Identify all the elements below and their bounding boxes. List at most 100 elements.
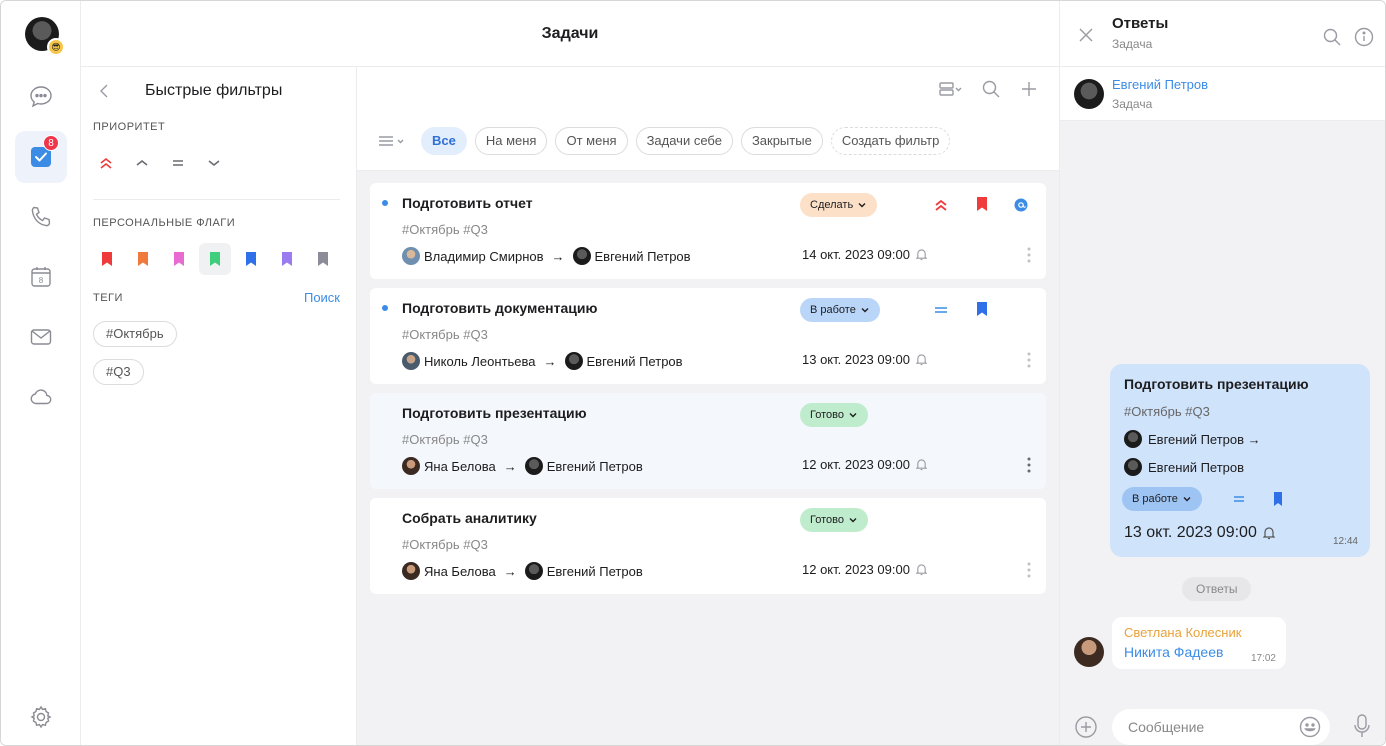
task-card[interactable]: Подготовить документацию #Октябрь #Q3 Нико…: [370, 288, 1046, 384]
status-dropdown[interactable]: Готово: [800, 508, 868, 532]
nav-tasks[interactable]: 8: [15, 131, 67, 183]
task-to[interactable]: Евгений Петров: [587, 354, 683, 369]
bell-icon[interactable]: [915, 563, 927, 576]
chip-assigned-to-me[interactable]: На меня: [474, 127, 548, 155]
flag-filter-0[interactable]: [91, 243, 123, 275]
tag-chip-october[interactable]: #Октябрь: [93, 321, 177, 347]
priority-medium-high[interactable]: [129, 153, 155, 173]
bubble-to-name: Евгений Петров: [1148, 459, 1245, 475]
status-dropdown[interactable]: Готово: [800, 403, 868, 427]
chat-icon: [30, 86, 52, 108]
nav-chat[interactable]: [15, 71, 67, 123]
chip-all[interactable]: Все: [421, 127, 467, 155]
task-from[interactable]: Яна Белова: [424, 459, 496, 474]
flag-icon: [210, 252, 220, 266]
flag-filter-4[interactable]: [235, 243, 267, 275]
add-icon[interactable]: [1019, 79, 1039, 99]
nav-calls[interactable]: [15, 191, 67, 243]
task-to[interactable]: Евгений Петров: [547, 564, 643, 579]
microphone-icon[interactable]: [1352, 713, 1372, 739]
search-icon[interactable]: [981, 79, 1001, 99]
bubble-tags: #Октябрь #Q3: [1124, 404, 1210, 419]
priority-high-icon: [935, 199, 947, 211]
more-vertical-icon[interactable]: [1024, 560, 1034, 580]
tag-chip-q3[interactable]: #Q3: [93, 359, 144, 385]
priority-low[interactable]: [201, 153, 227, 173]
task-message-bubble[interactable]: Подготовить презентацию #Октябрь #Q3 Евг…: [1110, 364, 1370, 557]
flag-filter-1[interactable]: [127, 243, 159, 275]
task-title: Собрать аналитику: [402, 510, 537, 526]
status-dropdown[interactable]: В работе: [800, 298, 880, 322]
search-icon[interactable]: [1322, 27, 1342, 47]
reply-text: Никита Фадеев: [1124, 644, 1224, 660]
task-card[interactable]: Подготовить отчет #Октябрь #Q3 Владимир См…: [370, 183, 1046, 279]
nav-mail[interactable]: [15, 311, 67, 363]
bell-icon[interactable]: [915, 353, 927, 366]
bell-icon[interactable]: [1262, 526, 1275, 540]
flag-icon[interactable]: [976, 196, 988, 212]
task-card[interactable]: Собрать аналитику #Октябрь #Q3 Яна Белова →…: [370, 498, 1046, 594]
avatar: [1124, 430, 1142, 448]
chip-closed[interactable]: Закрытые: [740, 127, 823, 155]
author-name[interactable]: Евгений Петров: [1112, 77, 1208, 92]
reply-time: 17:02: [1250, 653, 1276, 664]
more-vertical-icon[interactable]: [1024, 350, 1034, 370]
back-chevron-icon[interactable]: [95, 79, 115, 103]
priority-label: ПРИОРИТЕТ: [93, 121, 166, 133]
attach-plus-icon[interactable]: [1074, 715, 1098, 739]
priority-filter: [93, 153, 227, 173]
task-from[interactable]: Владимир Смирнов: [424, 249, 544, 264]
task-card[interactable]: Подготовить презентацию #Октябрь #Q3 Яна Б…: [370, 393, 1046, 489]
task-date-text: 12 окт. 2023 09:00: [802, 562, 910, 577]
reply-author[interactable]: Светлана Колесник: [1124, 625, 1241, 640]
bubble-title: Подготовить презентацию: [1124, 376, 1309, 392]
flag-filter-5[interactable]: [271, 243, 303, 275]
task-to[interactable]: Евгений Петров: [547, 459, 643, 474]
chevron-down-icon: [1183, 497, 1191, 502]
bubble-status-dropdown[interactable]: В работе: [1122, 487, 1202, 511]
priority-high[interactable]: [93, 153, 119, 173]
task-from[interactable]: Яна Белова: [424, 564, 496, 579]
task-date-text: 12 окт. 2023 09:00: [802, 457, 910, 472]
task-to[interactable]: Евгений Петров: [595, 249, 691, 264]
create-filter-button[interactable]: Создать фильтр: [830, 127, 951, 155]
reply-avatar[interactable]: [1074, 637, 1104, 667]
arrow-right-icon: →: [551, 248, 565, 264]
bubble-to: Евгений Петров: [1124, 458, 1244, 476]
bubble-from-name: Евгений Петров →: [1148, 431, 1261, 447]
flag-filter-2[interactable]: [163, 243, 195, 275]
nav-calendar[interactable]: 8: [15, 251, 67, 303]
bell-icon[interactable]: [915, 458, 927, 471]
flag-icon: [318, 252, 328, 266]
flag-icon[interactable]: [976, 301, 988, 317]
flag-filter-3[interactable]: [199, 243, 231, 275]
settings-icon: [30, 705, 52, 729]
message-input[interactable]: Сообщение: [1112, 709, 1330, 745]
task-author: Евгений Петров Задача: [1060, 67, 1385, 121]
nav-settings[interactable]: [15, 691, 67, 743]
personal-flags: [91, 243, 339, 275]
task-from[interactable]: Николь Леонтьева: [424, 354, 536, 369]
emoji-icon[interactable]: [1298, 715, 1322, 739]
view-mode-icon[interactable]: [937, 79, 963, 99]
more-vertical-icon[interactable]: [1024, 245, 1034, 265]
avatar: [564, 352, 583, 370]
status-dropdown[interactable]: Сделать: [800, 193, 878, 217]
flag-filter-6[interactable]: [307, 243, 339, 275]
info-icon[interactable]: [1354, 27, 1374, 47]
replies-title: Ответы: [1112, 15, 1169, 32]
reply-message[interactable]: Светлана Колесник Никита Фадеев 17:02: [1112, 617, 1286, 669]
close-icon[interactable]: [1078, 27, 1094, 43]
user-avatar[interactable]: 😎: [25, 17, 65, 56]
author-avatar[interactable]: [1074, 79, 1104, 109]
more-vertical-icon[interactable]: [1024, 455, 1034, 475]
tasks-badge: 8: [43, 135, 59, 151]
nav-cloud[interactable]: [15, 371, 67, 423]
filter-menu-button[interactable]: [377, 127, 413, 155]
chip-from-me[interactable]: От меня: [555, 127, 628, 155]
priority-medium[interactable]: [165, 153, 191, 173]
tags-search-link[interactable]: Поиск: [304, 290, 340, 305]
status-label: Готово: [810, 409, 844, 421]
chip-self-tasks[interactable]: Задачи себе: [635, 127, 733, 155]
bell-icon[interactable]: [915, 248, 927, 261]
